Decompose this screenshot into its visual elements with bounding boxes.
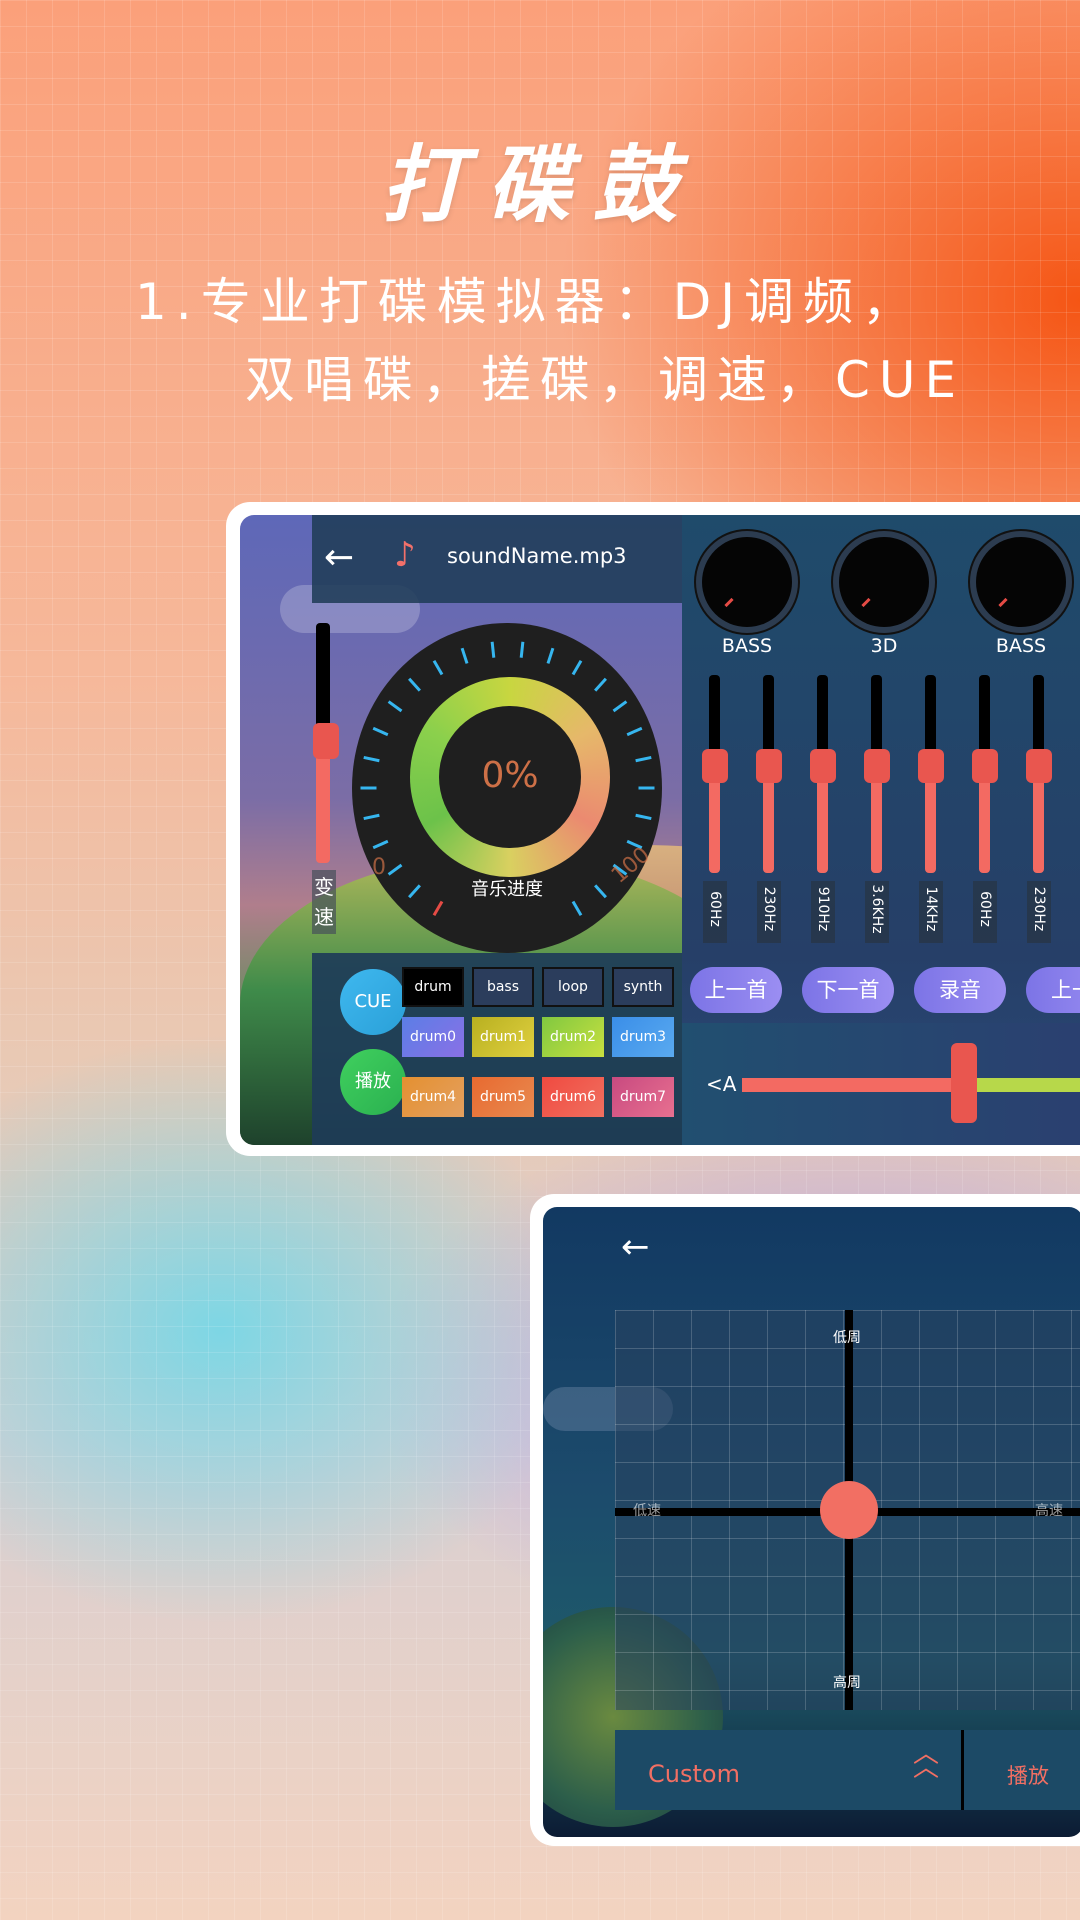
eq-slider-handle[interactable]: [972, 748, 998, 783]
dial-tick: [638, 786, 655, 790]
eq-band-text: 3.6KHz: [869, 884, 885, 934]
axis-bottom-label: 高周: [833, 1675, 861, 1691]
dial-tick: [432, 900, 444, 917]
speed-label: 变速: [312, 870, 336, 934]
bass-knob[interactable]: [702, 537, 792, 627]
knob-indicator: [861, 597, 871, 608]
eq-slider-handle[interactable]: [918, 748, 944, 783]
dial-tick: [612, 700, 628, 713]
axis-right-label: 高速: [1035, 1503, 1063, 1519]
pad-mode-bass[interactable]: bass: [472, 967, 534, 1007]
knob-indicator: [724, 597, 734, 608]
eq-slider-handle[interactable]: [702, 748, 728, 783]
crossfader-handle[interactable]: [951, 1043, 977, 1123]
dial-tick: [387, 700, 403, 713]
divider: [961, 1730, 964, 1810]
knob-indicator: [998, 597, 1008, 608]
eq-band-text: 910Hz: [815, 886, 831, 932]
crossfader-track[interactable]: [742, 1078, 1080, 1092]
drum-pad-3[interactable]: drum3: [612, 1017, 674, 1057]
play-button[interactable]: 播放: [1007, 1760, 1049, 1790]
dial-tick: [519, 641, 525, 658]
drum-pad-1[interactable]: drum1: [472, 1017, 534, 1057]
previous-track-button-2[interactable]: 上一: [1026, 967, 1080, 1013]
dial-tick: [490, 641, 496, 658]
eq-band-label: 60Hz: [973, 881, 997, 943]
knob-label: 3D: [870, 635, 898, 657]
dial-tick: [626, 726, 643, 737]
axis-top-label: 低周: [833, 1330, 861, 1346]
eq-band-text: 60Hz: [977, 891, 993, 927]
drum-pad-4[interactable]: drum4: [402, 1077, 464, 1117]
dial-tick: [372, 839, 389, 850]
drum-pad-2[interactable]: drum2: [542, 1017, 604, 1057]
eq-slider-handle[interactable]: [810, 748, 836, 783]
dial-tick: [571, 900, 583, 917]
drum-pad-6[interactable]: drum6: [542, 1077, 604, 1117]
dial-tick: [635, 813, 652, 821]
record-button[interactable]: 录音: [914, 967, 1006, 1013]
headline-line-2: 双唱碟，搓碟，调速，CUE: [245, 351, 966, 409]
preset-selector[interactable]: Custom: [648, 1760, 740, 1788]
dial-tick: [546, 647, 555, 664]
dial-tick: [363, 755, 380, 763]
eq-band-text: 230Hz: [761, 886, 777, 932]
pad-panel: CUE 播放 drum bass loop synth drum0 drum1 …: [312, 953, 682, 1145]
add-music-icon[interactable]: ♪: [394, 535, 416, 575]
double-chevron-up-icon[interactable]: ︿ ︿: [913, 1741, 939, 1781]
pad-mode-drum[interactable]: drum: [402, 967, 464, 1007]
dial-tick: [432, 659, 444, 676]
drum-pad-5[interactable]: drum5: [472, 1077, 534, 1117]
top-header: ← ♪ soundName.mp3: [312, 515, 682, 603]
drum-pad-0[interactable]: drum0: [402, 1017, 464, 1057]
eq-band-label: 230Hz: [1027, 881, 1051, 943]
xy-control-handle[interactable]: [820, 1481, 878, 1539]
axis-left-label: 低速: [633, 1503, 661, 1519]
eq-band-text: 230Hz: [1031, 886, 1047, 932]
eq-band-text: 60Hz: [707, 891, 723, 927]
progress-percent: 0%: [481, 755, 539, 796]
eq-band-label: 910Hz: [811, 881, 835, 943]
dial-tick: [460, 647, 469, 664]
dial-tick: [635, 755, 652, 763]
dial-tick: [387, 863, 403, 876]
scratch-pad-screen: ← 低周 高周 低速 高速 Custom ︿ ︿ 播放: [543, 1207, 1080, 1837]
eq-band-text: 14KHz: [923, 886, 939, 932]
dial-tick: [594, 677, 607, 692]
dj-mixer-screen: ← ♪ soundName.mp3 变速 0% 0 100 音乐进度 BASS …: [240, 515, 1080, 1145]
crossfader-a-label: <A: [706, 1072, 737, 1096]
drum-pad-7[interactable]: drum7: [612, 1077, 674, 1117]
eq-band-label: 14KHz: [919, 881, 943, 943]
progress-label: 音乐进度: [471, 879, 543, 900]
play-button[interactable]: 播放: [340, 1049, 406, 1115]
pad-mode-synth[interactable]: synth: [612, 967, 674, 1007]
eq-band-label: 230Hz: [757, 881, 781, 943]
previous-track-button[interactable]: 上一首: [690, 967, 782, 1013]
eq-band-label: 3.6KHz: [865, 881, 889, 943]
dial-tick: [363, 813, 380, 821]
eq-slider-handle[interactable]: [756, 748, 782, 783]
dial-tick: [408, 677, 421, 692]
bass-knob-2[interactable]: [976, 537, 1066, 627]
knob-label: BASS: [721, 635, 773, 657]
sound-file-name: soundName.mp3: [447, 544, 627, 568]
dial-tick: [372, 726, 389, 737]
eq-slider-handle[interactable]: [1026, 748, 1052, 783]
headline-line-1: 1.专业打碟模拟器：DJ调频，: [135, 273, 921, 331]
speed-slider-handle[interactable]: [313, 723, 339, 759]
cue-button[interactable]: CUE: [340, 969, 406, 1035]
eq-band-label: 60Hz: [703, 881, 727, 943]
headline-title: 打碟鼓: [380, 136, 699, 234]
pad-mode-loop[interactable]: loop: [542, 967, 604, 1007]
next-track-button[interactable]: 下一首: [802, 967, 894, 1013]
back-arrow-icon[interactable]: ←: [324, 537, 354, 578]
knob-label: BASS: [995, 635, 1047, 657]
3d-knob[interactable]: [839, 537, 929, 627]
dial-tick: [360, 786, 377, 790]
dial-tick: [571, 659, 583, 676]
eq-slider-handle[interactable]: [864, 748, 890, 783]
back-arrow-icon[interactable]: ←: [621, 1227, 650, 1267]
